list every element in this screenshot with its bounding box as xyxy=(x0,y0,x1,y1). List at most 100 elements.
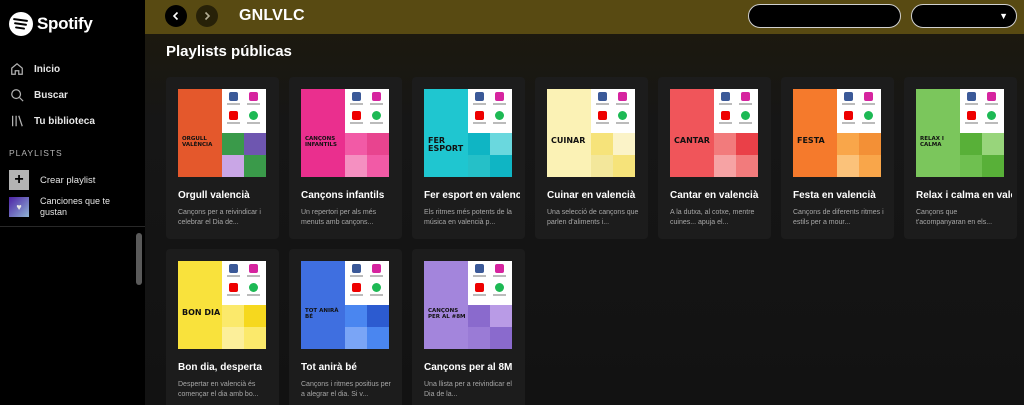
playlists-section-label: PLAYLISTS xyxy=(9,148,63,158)
cover-art xyxy=(793,89,837,133)
cover-art xyxy=(301,89,345,133)
cover-social-icons xyxy=(222,89,266,133)
cover-title: RELAX I CALMA xyxy=(920,136,944,148)
search-input[interactable] xyxy=(748,4,901,28)
playlist-title: Tot anirà bé xyxy=(301,362,357,373)
playlist-description: Despertar en valencià és començar el dia… xyxy=(178,381,259,398)
playlist-card-4[interactable]: CUINAR Cuinar en valencià Una selecció d… xyxy=(535,77,648,239)
instagram-icon xyxy=(987,92,996,101)
spotify-icon xyxy=(249,111,258,120)
sidebar-divider xyxy=(0,226,145,227)
instagram-icon xyxy=(864,92,873,101)
home-icon xyxy=(9,61,25,77)
facebook-icon xyxy=(229,264,238,273)
playlist-cover: TOT ANIRÀ BÉ xyxy=(301,261,389,349)
back-button[interactable] xyxy=(165,5,187,27)
playlist-description: A la dutxa, al cotxe, mentre cuines... a… xyxy=(670,209,755,226)
spotify-logo-icon xyxy=(9,12,33,36)
chevron-left-icon xyxy=(172,11,179,21)
instagram-icon xyxy=(372,92,381,101)
cover-color-grid xyxy=(837,133,881,177)
cover-title: FESTA xyxy=(797,136,825,145)
facebook-icon xyxy=(475,92,484,101)
cover-title: CANÇONS PER AL #8M xyxy=(428,308,466,320)
cover-color-grid xyxy=(468,305,512,349)
cover-social-icons xyxy=(345,261,389,305)
cover-art xyxy=(916,89,960,133)
cover-art xyxy=(178,89,222,133)
playlist-cover: FESTA xyxy=(793,89,881,177)
playlist-description: Cançons de diferents ritmes i estils per… xyxy=(793,209,884,226)
chevron-right-icon xyxy=(204,11,211,21)
spotify-icon xyxy=(987,111,996,120)
instagram-icon xyxy=(249,92,258,101)
playlist-title: Bon dia, desperta xyxy=(178,362,262,373)
playlist-card-8[interactable]: BON DIA Bon dia, desperta Despertar en v… xyxy=(166,249,279,405)
spotify-logo[interactable]: Spotify xyxy=(9,12,93,36)
spotify-icon xyxy=(495,283,504,292)
youtube-icon xyxy=(475,283,484,292)
cover-art xyxy=(670,89,714,133)
cover-title: CUINAR xyxy=(551,136,586,145)
cover-social-icons xyxy=(591,89,635,133)
cover-title: FER ESPORT xyxy=(428,136,464,153)
playlist-card-5[interactable]: CANTAR Cantar en valencià A la dutxa, al… xyxy=(658,77,771,239)
spotify-app: Spotify Inicio Buscar Tu biblioteca PLAY… xyxy=(0,0,1024,405)
instagram-icon xyxy=(495,92,504,101)
sidebar-scrollbar[interactable] xyxy=(136,233,142,285)
main-view: GNLVLC ▼ Playlists públicas ORGULL VALÈN… xyxy=(145,0,1024,405)
youtube-icon xyxy=(352,283,361,292)
create-playlist-button[interactable]: + Crear playlist xyxy=(9,170,95,190)
playlist-cover: RELAX I CALMA xyxy=(916,89,1004,177)
playlist-card-7[interactable]: RELAX I CALMA Relax i calma en valencià … xyxy=(904,77,1017,239)
playlist-description: Una selecció de cançons que parlen d'ali… xyxy=(547,209,639,226)
sidebar-item-search[interactable]: Buscar xyxy=(0,82,145,108)
playlist-cover: CANÇONS INFANTILS xyxy=(301,89,389,177)
cover-art xyxy=(424,89,468,133)
cover-social-icons xyxy=(468,89,512,133)
playlist-description: Una llista per a reivindicar el Dia de l… xyxy=(424,381,512,398)
playlist-description: Cançons i ritmes positius per a alegrar … xyxy=(301,381,391,398)
playlist-title: Cançons per al 8M xyxy=(424,362,513,373)
playlist-title: Fer esport en valencià xyxy=(424,190,520,201)
section-title: Playlists públicas xyxy=(166,43,292,60)
sidebar-item-home[interactable]: Inicio xyxy=(0,56,145,82)
cover-title: ORGULL VALÈNCIA xyxy=(182,136,213,148)
spotify-icon xyxy=(249,283,258,292)
facebook-icon xyxy=(721,92,730,101)
playlist-card-6[interactable]: FESTA Festa en valencià Cançons de difer… xyxy=(781,77,894,239)
sidebar-item-label: Inicio xyxy=(34,63,61,75)
playlist-card-1[interactable]: ORGULL VALÈNCIA Orgull valencià Cançons … xyxy=(166,77,279,239)
cover-color-grid xyxy=(345,133,389,177)
spotify-icon xyxy=(372,111,381,120)
forward-button[interactable] xyxy=(196,5,218,27)
youtube-icon xyxy=(229,111,238,120)
cover-social-icons xyxy=(837,89,881,133)
playlist-cover: CANÇONS PER AL #8M xyxy=(424,261,512,349)
facebook-icon xyxy=(844,92,853,101)
playlist-title: Cantar en valencià xyxy=(670,190,759,201)
liked-songs-item[interactable]: ♥ Canciones que te gustan xyxy=(9,196,115,218)
playlist-title: Cuinar en valencià xyxy=(547,190,636,201)
library-icon xyxy=(9,113,25,129)
playlist-card-2[interactable]: CANÇONS INFANTILS Cançons infantils Un r… xyxy=(289,77,402,239)
cover-art xyxy=(178,261,222,305)
instagram-icon xyxy=(495,264,504,273)
playlist-card-10[interactable]: CANÇONS PER AL #8M Cançons per al 8M Una… xyxy=(412,249,525,405)
cover-color-grid xyxy=(468,133,512,177)
playlist-card-3[interactable]: FER ESPORT Fer esport en valencià Els ri… xyxy=(412,77,525,239)
user-menu-button[interactable]: ▼ xyxy=(911,4,1017,28)
search-icon xyxy=(9,87,25,103)
facebook-icon xyxy=(229,92,238,101)
cover-social-icons xyxy=(960,89,1004,133)
cover-social-icons xyxy=(345,89,389,133)
cover-social-icons xyxy=(468,261,512,305)
spotify-icon xyxy=(618,111,627,120)
playlist-cover: CANTAR xyxy=(670,89,758,177)
top-bar: GNLVLC ▼ xyxy=(145,0,1024,34)
playlist-card-9[interactable]: TOT ANIRÀ BÉ Tot anirà bé Cançons i ritm… xyxy=(289,249,402,405)
youtube-icon xyxy=(844,111,853,120)
plus-icon: + xyxy=(9,170,29,190)
cover-title: TOT ANIRÀ BÉ xyxy=(305,308,339,320)
sidebar-item-library[interactable]: Tu biblioteca xyxy=(0,108,145,134)
